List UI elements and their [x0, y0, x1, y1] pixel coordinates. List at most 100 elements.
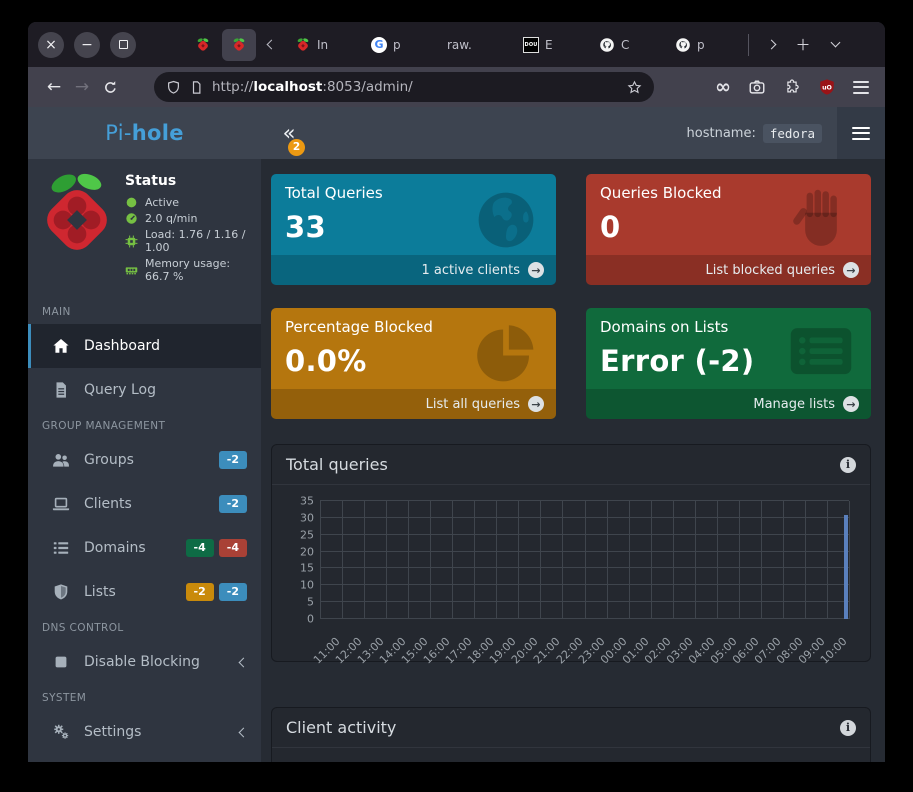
gridline-vertical [452, 501, 453, 619]
page-info-icon[interactable] [189, 80, 204, 95]
mask-icon[interactable]: ∞ [715, 78, 731, 97]
gridline-vertical [540, 501, 541, 619]
browser-tab[interactable]: raw. [438, 29, 512, 61]
sidebar-item-label: Settings [84, 724, 141, 740]
card-value: 0 [600, 210, 857, 244]
sidebar-item-clients[interactable]: Clients-2 [28, 482, 261, 526]
card-footer-label: List all queries [426, 397, 520, 412]
status-rows: Active2.0 q/minLoad: 1.76 / 1.16 / 1.00M… [125, 196, 253, 283]
browser-menu-icon[interactable] [853, 81, 869, 94]
gridline-vertical [607, 501, 608, 619]
gears-icon [50, 723, 72, 741]
header-menu-button[interactable] [837, 107, 885, 159]
maximize-window-button[interactable] [110, 32, 136, 58]
card-title: Percentage Blocked [285, 318, 542, 336]
ublock-origin-icon[interactable]: uO [818, 78, 836, 96]
browser-tab[interactable]: C [590, 29, 664, 61]
card-footer-label: Manage lists [753, 397, 835, 412]
y-axis-tick-label: 0 [307, 613, 314, 626]
gridline-vertical [849, 501, 850, 619]
arrow-circle-icon: → [528, 396, 544, 412]
sidebar-item-dashboard[interactable]: Dashboard [28, 324, 261, 368]
scroll-tabs-left-button[interactable] [258, 29, 284, 61]
item-badges: -2-2 [186, 583, 247, 601]
gridline-vertical [651, 501, 652, 619]
status-text: Active [145, 196, 179, 209]
new-tab-button[interactable]: ＋ [789, 31, 817, 59]
card-footer-link[interactable]: List blocked queries→ [586, 255, 871, 285]
browser-tab[interactable]: In [286, 29, 360, 61]
gridline-vertical [827, 501, 828, 619]
sidebar-item-groups[interactable]: Groups-2 [28, 438, 261, 482]
pinned-tab[interactable] [186, 29, 220, 61]
chevron-left-favicon-icon [263, 37, 279, 53]
pihole-logo-text: Pi-hole [28, 121, 261, 145]
arrow-circle-icon: → [843, 396, 859, 412]
minimize-window-button[interactable]: − [74, 32, 100, 58]
sidebar-item-query-log[interactable]: Query Log [28, 368, 261, 412]
sidebar-item-label: Lists [84, 584, 116, 600]
sidebar-item-lists[interactable]: Lists -2-2 [28, 570, 261, 614]
card-queries-blocked: Queries Blocked0List blocked queries→ [586, 174, 871, 285]
sidebar-collapse-button[interactable]: « 2 [276, 123, 302, 144]
card-body: Domains on ListsError (-2) [586, 308, 871, 388]
scroll-tabs-right-button[interactable] [757, 31, 785, 59]
count-badge: -4 [186, 539, 214, 557]
pihole-header: Pi-hole « 2 hostname:fedora [28, 107, 885, 159]
gridline-vertical [342, 501, 343, 619]
card-footer-link[interactable]: List all queries → [271, 389, 556, 419]
y-axis-line [320, 501, 321, 619]
list-all-tabs-button[interactable] [821, 31, 849, 59]
info-icon[interactable]: i [840, 720, 856, 736]
close-window-button[interactable]: × [38, 32, 64, 58]
svg-text:uO: uO [822, 84, 832, 91]
y-axis-tick-label: 25 [300, 528, 314, 541]
total-queries-panel: Total queries i 05101520253035 11:0012:0… [271, 444, 871, 662]
sidebar-item-label: Disable Blocking [84, 654, 200, 670]
info-icon[interactable]: i [840, 457, 856, 473]
pihole-raspberry-logo [38, 171, 116, 255]
sidebar-item-domains[interactable]: Domains-4-4 [28, 526, 261, 570]
gridline-vertical [717, 501, 718, 619]
laptop-icon [50, 495, 72, 513]
tracking-protection-shield-icon[interactable] [166, 80, 181, 95]
gridline-vertical [364, 501, 365, 619]
bookmark-star-icon[interactable] [627, 80, 642, 95]
card-value: Error (-2) [600, 344, 857, 378]
y-axis-tick-label: 5 [307, 596, 314, 609]
gridline-vertical [496, 501, 497, 619]
sidebar-item-settings[interactable]: Settings [28, 710, 261, 754]
memory-icon [125, 264, 138, 277]
back-button[interactable]: ← [40, 73, 68, 101]
tab-separator [748, 34, 749, 56]
sidebar-item-label: Dashboard [84, 338, 160, 354]
active-tab[interactable] [222, 29, 256, 61]
list-icon [50, 539, 72, 557]
shield-icon [50, 583, 72, 601]
tab-title: raw. [447, 38, 472, 52]
gridline-vertical [695, 501, 696, 619]
github-favicon-icon [675, 37, 691, 53]
browser-tab[interactable]: Gp [362, 29, 436, 61]
sidebar-item-disable-blocking[interactable]: Disable Blocking [28, 640, 261, 684]
card-footer-link[interactable]: Manage lists → [586, 389, 871, 419]
y-axis-tick-label: 10 [300, 579, 314, 592]
tab-title: In [317, 38, 328, 52]
reload-button[interactable] [96, 73, 124, 101]
gridline-vertical [761, 501, 762, 619]
url-bar[interactable]: http://localhost:8053/admin/ [154, 72, 654, 102]
pihole-favicon-icon [231, 37, 247, 53]
sidebar-item-tools[interactable]: Tools2 [28, 754, 261, 762]
forward-button[interactable]: → [68, 73, 96, 101]
card-footer-link[interactable]: 1 active clients→ [271, 255, 556, 285]
status-row: Memory usage: 66.7 % [125, 257, 253, 283]
browser-tab[interactable]: p [666, 29, 740, 61]
count-badge: -2 [219, 451, 247, 469]
card-title: Total Queries [285, 184, 542, 202]
browser-tab[interactable]: DOUE [514, 29, 588, 61]
gridline-vertical [629, 501, 630, 619]
extensions-puzzle-icon[interactable] [783, 78, 801, 96]
circle-icon [125, 196, 138, 209]
gridline-vertical [474, 501, 475, 619]
screenshot-camera-icon[interactable] [748, 78, 766, 96]
